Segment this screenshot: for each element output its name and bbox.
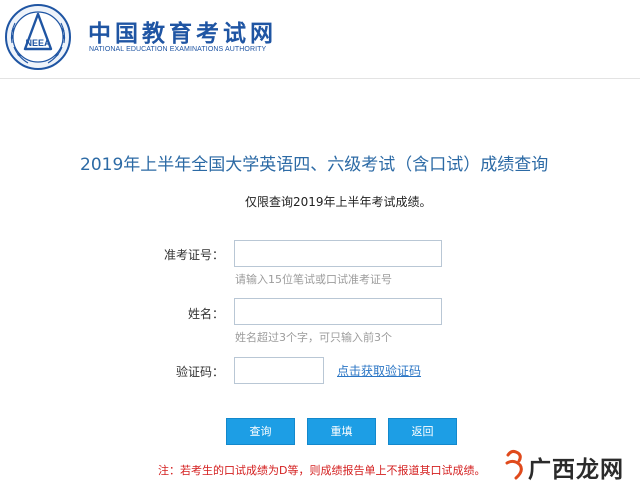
name-label: 姓名： [187,307,224,321]
query-button[interactable]: 查询 [226,418,295,445]
page: NEEA 中国教育考试网 NATIONAL EDUCATION EXAMINAT… [0,0,640,489]
watermark-text: 广西龙网 [528,457,624,483]
exam-id-label: 准考证号： [163,248,224,262]
exam-id-input[interactable] [234,240,442,267]
site-header: NEEA 中国教育考试网 NATIONAL EDUCATION EXAMINAT… [0,0,640,79]
brand-title-cn[interactable]: 中国教育考试网 [88,14,277,48]
name-hint: 姓名超过3个字，可只输入前3个 [235,331,392,344]
logo-text: NEEA [25,38,51,48]
exam-id-hint: 请输入15位笔试或口试准考证号 [235,273,392,286]
get-captcha-link[interactable]: 点击获取验证码 [337,362,421,379]
watermark: 广西龙网 [502,447,634,487]
captcha-label: 验证码： [175,365,224,379]
reset-button[interactable]: 重填 [307,418,376,445]
back-button[interactable]: 返回 [388,418,457,445]
query-notice: 仅限查询2019年上半年考试成绩。 [245,195,432,209]
neea-logo-icon[interactable]: NEEA [4,3,72,71]
captcha-input[interactable] [234,357,324,384]
oral-exam-footnote: 注：若考生的口试成绩为D等，则成绩报告单上不报道其口试成绩。 [158,464,486,477]
page-title: 2019年上半年全国大学英语四、六级考试（含口试）成绩查询 [80,155,549,175]
brand-title-en: NATIONAL EDUCATION EXAMINATIONS AUTHORIT… [89,46,267,53]
name-input[interactable] [234,298,442,325]
